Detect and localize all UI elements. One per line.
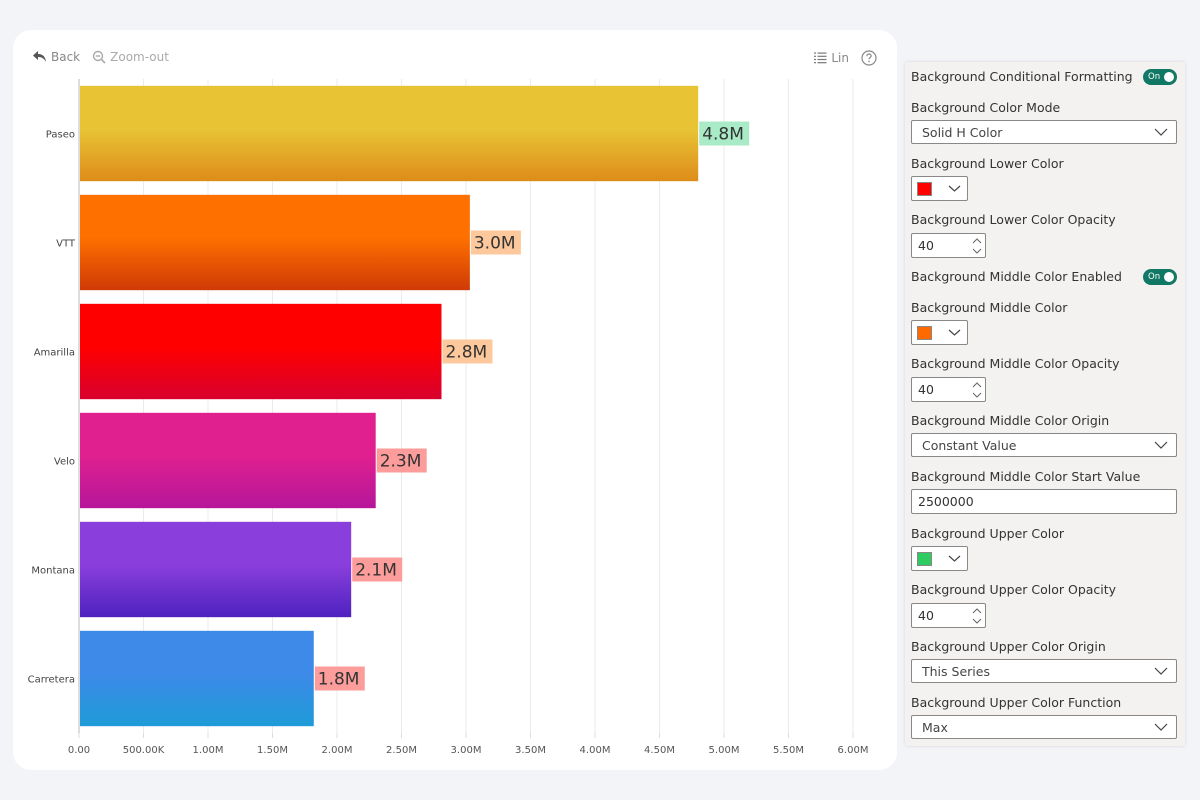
x-tick-label: 2.00M [322,745,353,756]
y-category-label: Carretera [28,675,75,686]
y-category-label: Amarilla [34,348,75,359]
upper-origin-value: This Series [922,663,990,679]
middle-start-row: Background Middle Color Start Value 2500… [911,469,1177,519]
chevron-down-icon [948,185,961,192]
bar-chart: 4.8M 3.0M 2.8M 2.3M 2.1M 1.8M 0.00 500.00K 1.00… [28,79,869,756]
spinner-arrows-icon[interactable] [972,606,982,626]
x-tick-label: 5.00M [709,745,740,756]
lower-color-row: Background Lower Color [911,156,1177,206]
lower-opacity-label: Background Lower Color Opacity [911,212,1116,227]
conditional-formatting-row: Background Conditional Formatting On [911,69,1177,87]
middle-start-label: Background Middle Color Start Value [911,469,1141,484]
x-tick-label: 500.00K [123,745,165,756]
bar-vtt[interactable] [80,194,470,291]
upper-function-row: Background Upper Color Function Max [911,695,1177,745]
toggle-state: On [1148,272,1161,282]
lower-color-picker[interactable] [911,176,968,201]
y-category-label: Paseo [46,130,75,141]
y-category-label: VTT [56,239,76,250]
x-tick-label: 1.50M [257,745,288,756]
x-tick-label: 0.00 [68,745,90,756]
spinner-arrows-icon[interactable] [972,236,982,256]
middle-color-swatch [917,326,932,340]
middle-opacity-value: 40 [918,382,934,397]
lower-opacity-input[interactable]: 40 [911,233,986,258]
x-tick-label: 5.50M [773,745,804,756]
x-tick-label: 1.00M [193,745,224,756]
data-label: 2.8M [445,343,487,363]
middle-color-picker[interactable] [911,320,968,345]
middle-opacity-label: Background Middle Color Opacity [911,356,1120,371]
lower-color-swatch [917,182,932,196]
bar-amarilla[interactable] [80,303,442,400]
spinner-arrows-icon[interactable] [972,380,982,400]
middle-origin-row: Background Middle Color Origin Constant … [911,413,1177,463]
chevron-down-icon [948,329,961,336]
x-tick-label: 4.00M [580,745,611,756]
lower-color-label: Background Lower Color [911,156,1064,171]
upper-color-label: Background Upper Color [911,526,1065,541]
middle-start-value: 2500000 [918,494,974,509]
conditional-formatting-label: Background Conditional Formatting [911,69,1133,84]
upper-origin-row: Background Upper Color Origin This Serie… [911,639,1177,689]
bar-velo[interactable] [80,412,376,509]
format-panel: Background Conditional Formatting On Bac… [905,62,1185,746]
data-label: 1.8M [318,670,360,690]
data-label: 3.0M [474,234,516,254]
conditional-formatting-toggle[interactable]: On [1143,69,1177,85]
color-mode-value: Solid H Color [922,124,1003,140]
upper-origin-label: Background Upper Color Origin [911,639,1106,654]
middle-enabled-label: Background Middle Color Enabled [911,269,1122,284]
upper-opacity-input[interactable]: 40 [911,603,986,628]
toggle-knob [1164,272,1174,282]
upper-function-label: Background Upper Color Function [911,695,1122,710]
x-tick-label: 3.50M [515,745,546,756]
chevron-down-icon [1154,723,1168,731]
lower-opacity-value: 40 [918,238,934,253]
middle-origin-value: Constant Value [922,437,1017,453]
x-tick-label: 2.50M [386,745,417,756]
chevron-down-icon [1154,667,1168,675]
data-label: 4.8M [702,125,744,145]
upper-color-picker[interactable] [911,546,968,571]
data-label: 2.3M [380,452,422,472]
upper-function-value: Max [922,719,948,735]
bar-carretera[interactable] [80,630,314,727]
data-label: 2.1M [355,561,397,581]
middle-enabled-row: Background Middle Color Enabled On [911,269,1177,287]
y-category-label: Velo [54,457,75,468]
chevron-down-icon [1154,128,1168,136]
middle-enabled-toggle[interactable]: On [1143,269,1177,285]
toggle-state: On [1148,72,1161,82]
x-tick-label: 4.50M [644,745,675,756]
upper-opacity-value: 40 [918,608,934,623]
middle-opacity-input[interactable]: 40 [911,377,986,402]
lower-opacity-row: Background Lower Color Opacity 40 [911,212,1177,262]
color-mode-select[interactable]: Solid H Color [911,120,1177,144]
middle-color-row: Background Middle Color [911,300,1177,350]
middle-origin-label: Background Middle Color Origin [911,413,1110,428]
chart-card: Back Zoom-out Lin 4.8M 3.0M 2.8M 2.3M 2.… [13,30,897,770]
chevron-down-icon [948,555,961,562]
upper-origin-select[interactable]: This Series [911,659,1177,683]
upper-color-swatch [917,552,932,566]
middle-opacity-row: Background Middle Color Opacity 40 [911,356,1177,406]
upper-color-row: Background Upper Color [911,526,1177,576]
y-category-label: Montana [31,566,75,577]
middle-start-input[interactable]: 2500000 [911,489,1177,514]
color-mode-row: Background Color Mode Solid H Color [911,100,1177,150]
bar-paseo[interactable] [80,85,699,182]
x-tick-label: 3.00M [451,745,482,756]
middle-origin-select[interactable]: Constant Value [911,433,1177,457]
x-tick-label: 6.00M [838,745,869,756]
chevron-down-icon [1154,441,1168,449]
color-mode-label: Background Color Mode [911,100,1061,115]
upper-function-select[interactable]: Max [911,715,1177,739]
upper-opacity-label: Background Upper Color Opacity [911,582,1117,597]
middle-color-label: Background Middle Color [911,300,1068,315]
toggle-knob [1164,72,1174,82]
bar-montana[interactable] [80,521,352,618]
upper-opacity-row: Background Upper Color Opacity 40 [911,582,1177,632]
